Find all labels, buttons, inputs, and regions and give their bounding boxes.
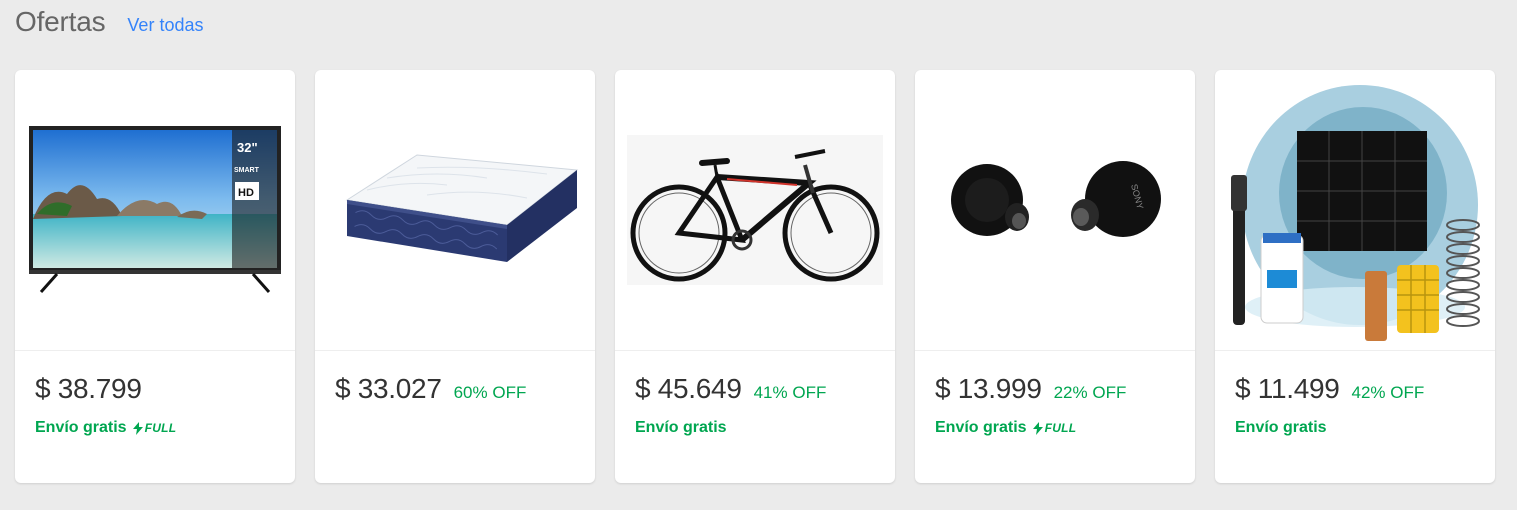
product-price: $ 13.999	[935, 373, 1042, 404]
product-card[interactable]: 32" SMART HD $ 38.799 Envío gratis FULL	[15, 70, 295, 483]
product-image-area[interactable]	[1215, 70, 1495, 351]
see-all-link[interactable]: Ver todas	[127, 15, 203, 36]
full-label: FULL	[144, 421, 177, 435]
svg-text:32": 32"	[237, 140, 258, 155]
section-header: Ofertas Ver todas	[15, 6, 203, 46]
svg-text:SMART: SMART	[234, 167, 260, 174]
section-title: Ofertas	[15, 6, 106, 37]
product-card[interactable]: $ 11.499 42% OFF Envío gratis	[1215, 70, 1495, 483]
free-shipping-label: Envío gratis	[635, 419, 727, 436]
product-image-area[interactable]	[315, 70, 595, 351]
pool-ionizer-icon	[1231, 85, 1480, 341]
free-shipping-label: Envío gratis	[1235, 419, 1327, 436]
product-image-area[interactable]	[615, 70, 895, 351]
free-shipping-label: Envío gratis	[35, 419, 127, 436]
product-image-area[interactable]: 32" SMART HD	[15, 70, 295, 351]
product-card[interactable]: $ 45.649 41% OFF Envío gratis	[615, 70, 895, 483]
full-label: FULL	[1044, 421, 1077, 435]
discount-label: 41% OFF	[753, 383, 827, 402]
full-badge: FULL	[1032, 421, 1077, 435]
svg-text:HD: HD	[238, 187, 254, 199]
offers-carousel: 32" SMART HD $ 38.799 Envío gratis FULL	[15, 70, 1495, 483]
shipping-info: Envío gratis	[635, 419, 875, 437]
discount-label: 60% OFF	[453, 383, 527, 402]
product-card[interactable]: $ 33.027 60% OFF	[315, 70, 595, 483]
free-shipping-label: Envío gratis	[935, 419, 1027, 436]
shipping-info: Envío gratis FULL	[935, 419, 1175, 437]
mattress-icon	[345, 154, 579, 262]
discount-label: 22% OFF	[1053, 383, 1127, 402]
earbuds-icon: SONY	[951, 161, 1161, 237]
shipping-info: Envío gratis	[1235, 419, 1475, 437]
tv-icon: 32" SMART HD	[29, 126, 281, 293]
lightning-icon	[132, 421, 143, 435]
product-image-area[interactable]: SONY	[915, 70, 1195, 351]
product-price: $ 11.499	[1235, 373, 1340, 404]
lightning-icon	[1032, 421, 1043, 435]
product-card[interactable]: SONY $ 13.999 22% OFF Envío gratis FULL	[915, 70, 1195, 483]
product-price: $ 33.027	[335, 373, 442, 404]
discount-label: 42% OFF	[1351, 383, 1425, 402]
full-badge: FULL	[132, 421, 177, 435]
shipping-info: Envío gratis FULL	[35, 419, 275, 437]
product-price: $ 38.799	[35, 373, 142, 404]
product-price: $ 45.649	[635, 373, 742, 404]
bicycle-icon	[627, 135, 883, 285]
